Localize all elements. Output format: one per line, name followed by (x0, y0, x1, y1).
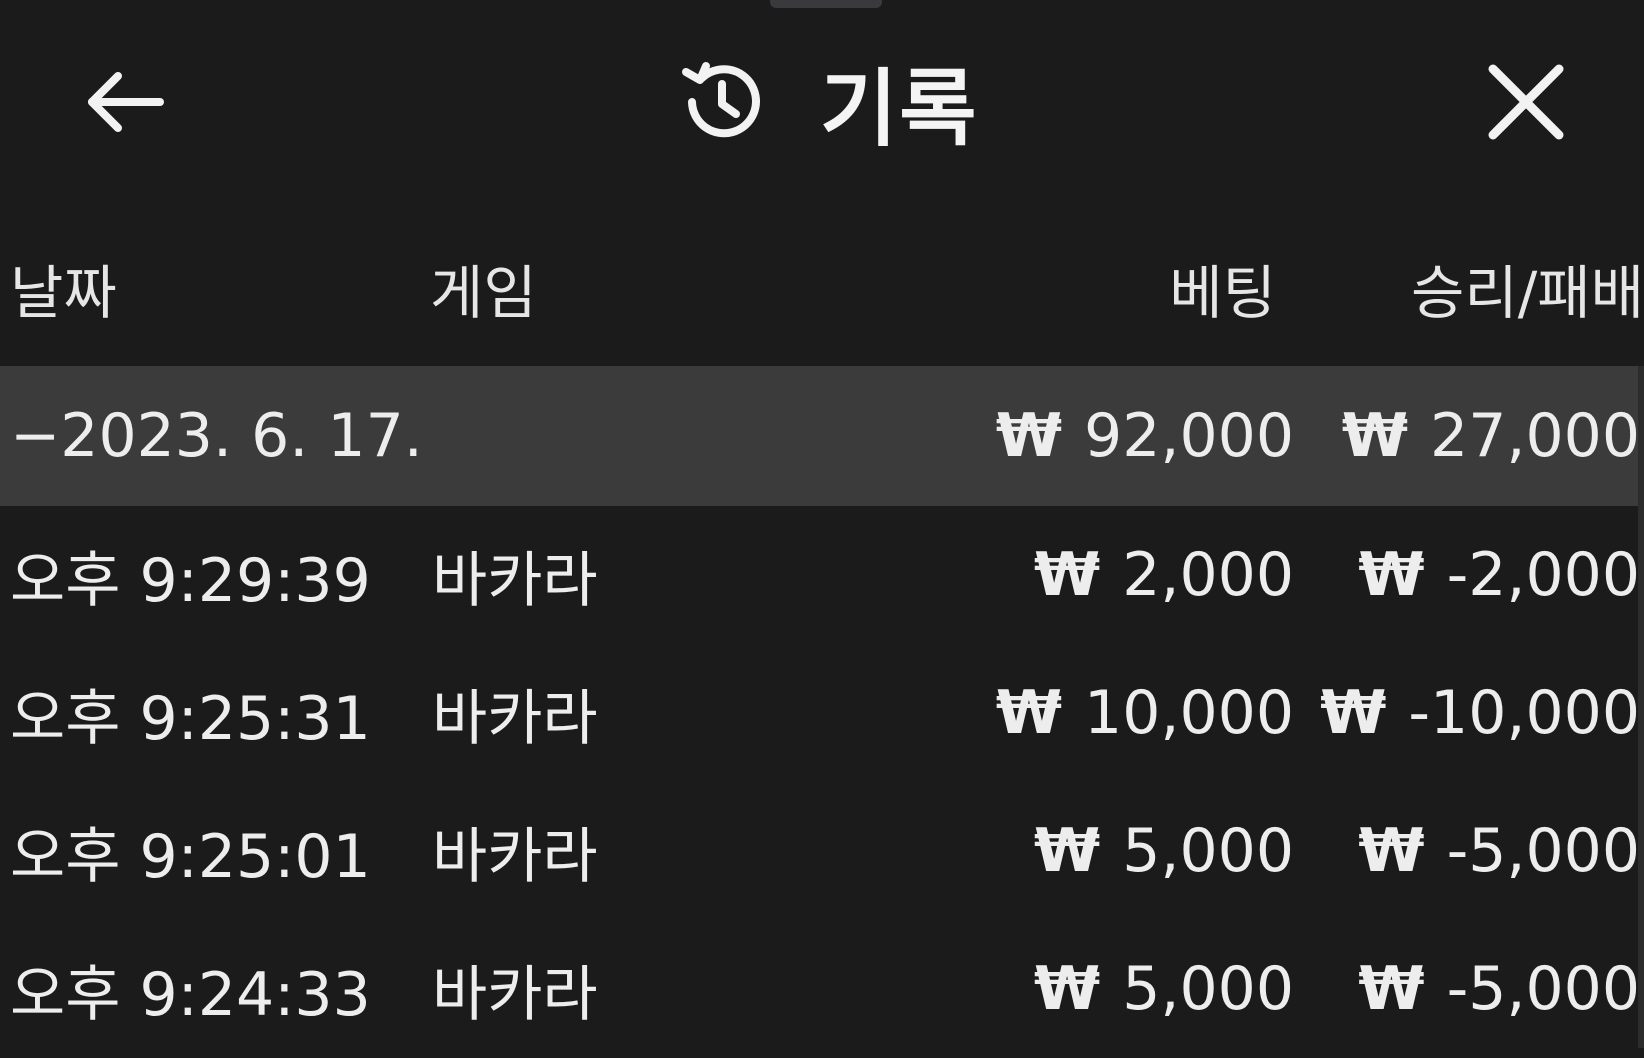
summary-date: −2023. 6. 17. (10, 401, 423, 471)
arrow-left-icon (84, 70, 164, 138)
won-symbol: ₩ (1034, 954, 1101, 1024)
title-group: 기록 (672, 52, 979, 158)
date-summary-row[interactable]: −2023. 6. 17. ₩92,000 ₩27,000 (0, 366, 1644, 506)
won-symbol: ₩ (1034, 540, 1101, 610)
summary-result: ₩27,000 (1341, 401, 1640, 471)
summary-bet: ₩92,000 (995, 401, 1294, 471)
row-game: 바카라 (432, 821, 598, 892)
won-symbol: ₩ (995, 401, 1063, 471)
row-game: 바카라 (432, 683, 598, 754)
header: 기록 (0, 0, 1644, 200)
table-row[interactable]: 오후 9:24:33 바카라 ₩5,000 ₩ -5,000 (0, 920, 1644, 1058)
won-symbol: ₩ (1320, 678, 1387, 748)
won-symbol: ₩ (995, 678, 1063, 748)
row-result: ₩ -2,000 (1358, 540, 1640, 610)
table-row[interactable]: 오후 9:25:31 바카라 ₩10,000 ₩ -10,000 (0, 644, 1644, 782)
row-time: 오후 9:25:31 (10, 683, 371, 754)
won-symbol: ₩ (1341, 401, 1409, 471)
row-game: 바카라 (432, 545, 598, 616)
row-time: 오후 9:25:01 (10, 821, 371, 892)
row-bet: ₩5,000 (1034, 954, 1294, 1024)
row-time: 오후 9:29:39 (10, 545, 371, 616)
column-header-date: 날짜 (10, 259, 117, 327)
row-time: 오후 9:24:33 (10, 959, 371, 1030)
back-button[interactable] (78, 58, 170, 150)
row-bet: ₩10,000 (995, 678, 1294, 748)
won-symbol: ₩ (1034, 816, 1101, 886)
row-result: ₩ -5,000 (1358, 816, 1640, 886)
row-result: ₩ -5,000 (1358, 954, 1640, 1024)
table-row[interactable]: 오후 9:25:01 바카라 ₩5,000 ₩ -5,000 (0, 782, 1644, 920)
won-symbol: ₩ (1358, 954, 1425, 1024)
close-icon (1487, 63, 1565, 145)
row-game: 바카라 (432, 959, 598, 1030)
column-header-game: 게임 (430, 259, 537, 327)
row-result: ₩ -10,000 (1320, 678, 1640, 748)
row-bet: ₩5,000 (1034, 816, 1294, 886)
column-header-bet: 베팅 (1169, 259, 1276, 327)
row-bet: ₩2,000 (1034, 540, 1294, 610)
history-table: −2023. 6. 17. ₩92,000 ₩27,000 오후 9:29:39… (0, 366, 1644, 1058)
won-symbol: ₩ (1358, 816, 1425, 886)
close-button[interactable] (1474, 52, 1578, 156)
won-symbol: ₩ (1358, 540, 1425, 610)
history-icon (672, 54, 768, 150)
column-header-result: 승리/패배 (1411, 259, 1644, 327)
table-row[interactable]: 오후 9:29:39 바카라 ₩2,000 ₩ -2,000 (0, 506, 1644, 644)
page-title: 기록 (820, 59, 979, 158)
scrollbar[interactable] (1638, 366, 1644, 1048)
